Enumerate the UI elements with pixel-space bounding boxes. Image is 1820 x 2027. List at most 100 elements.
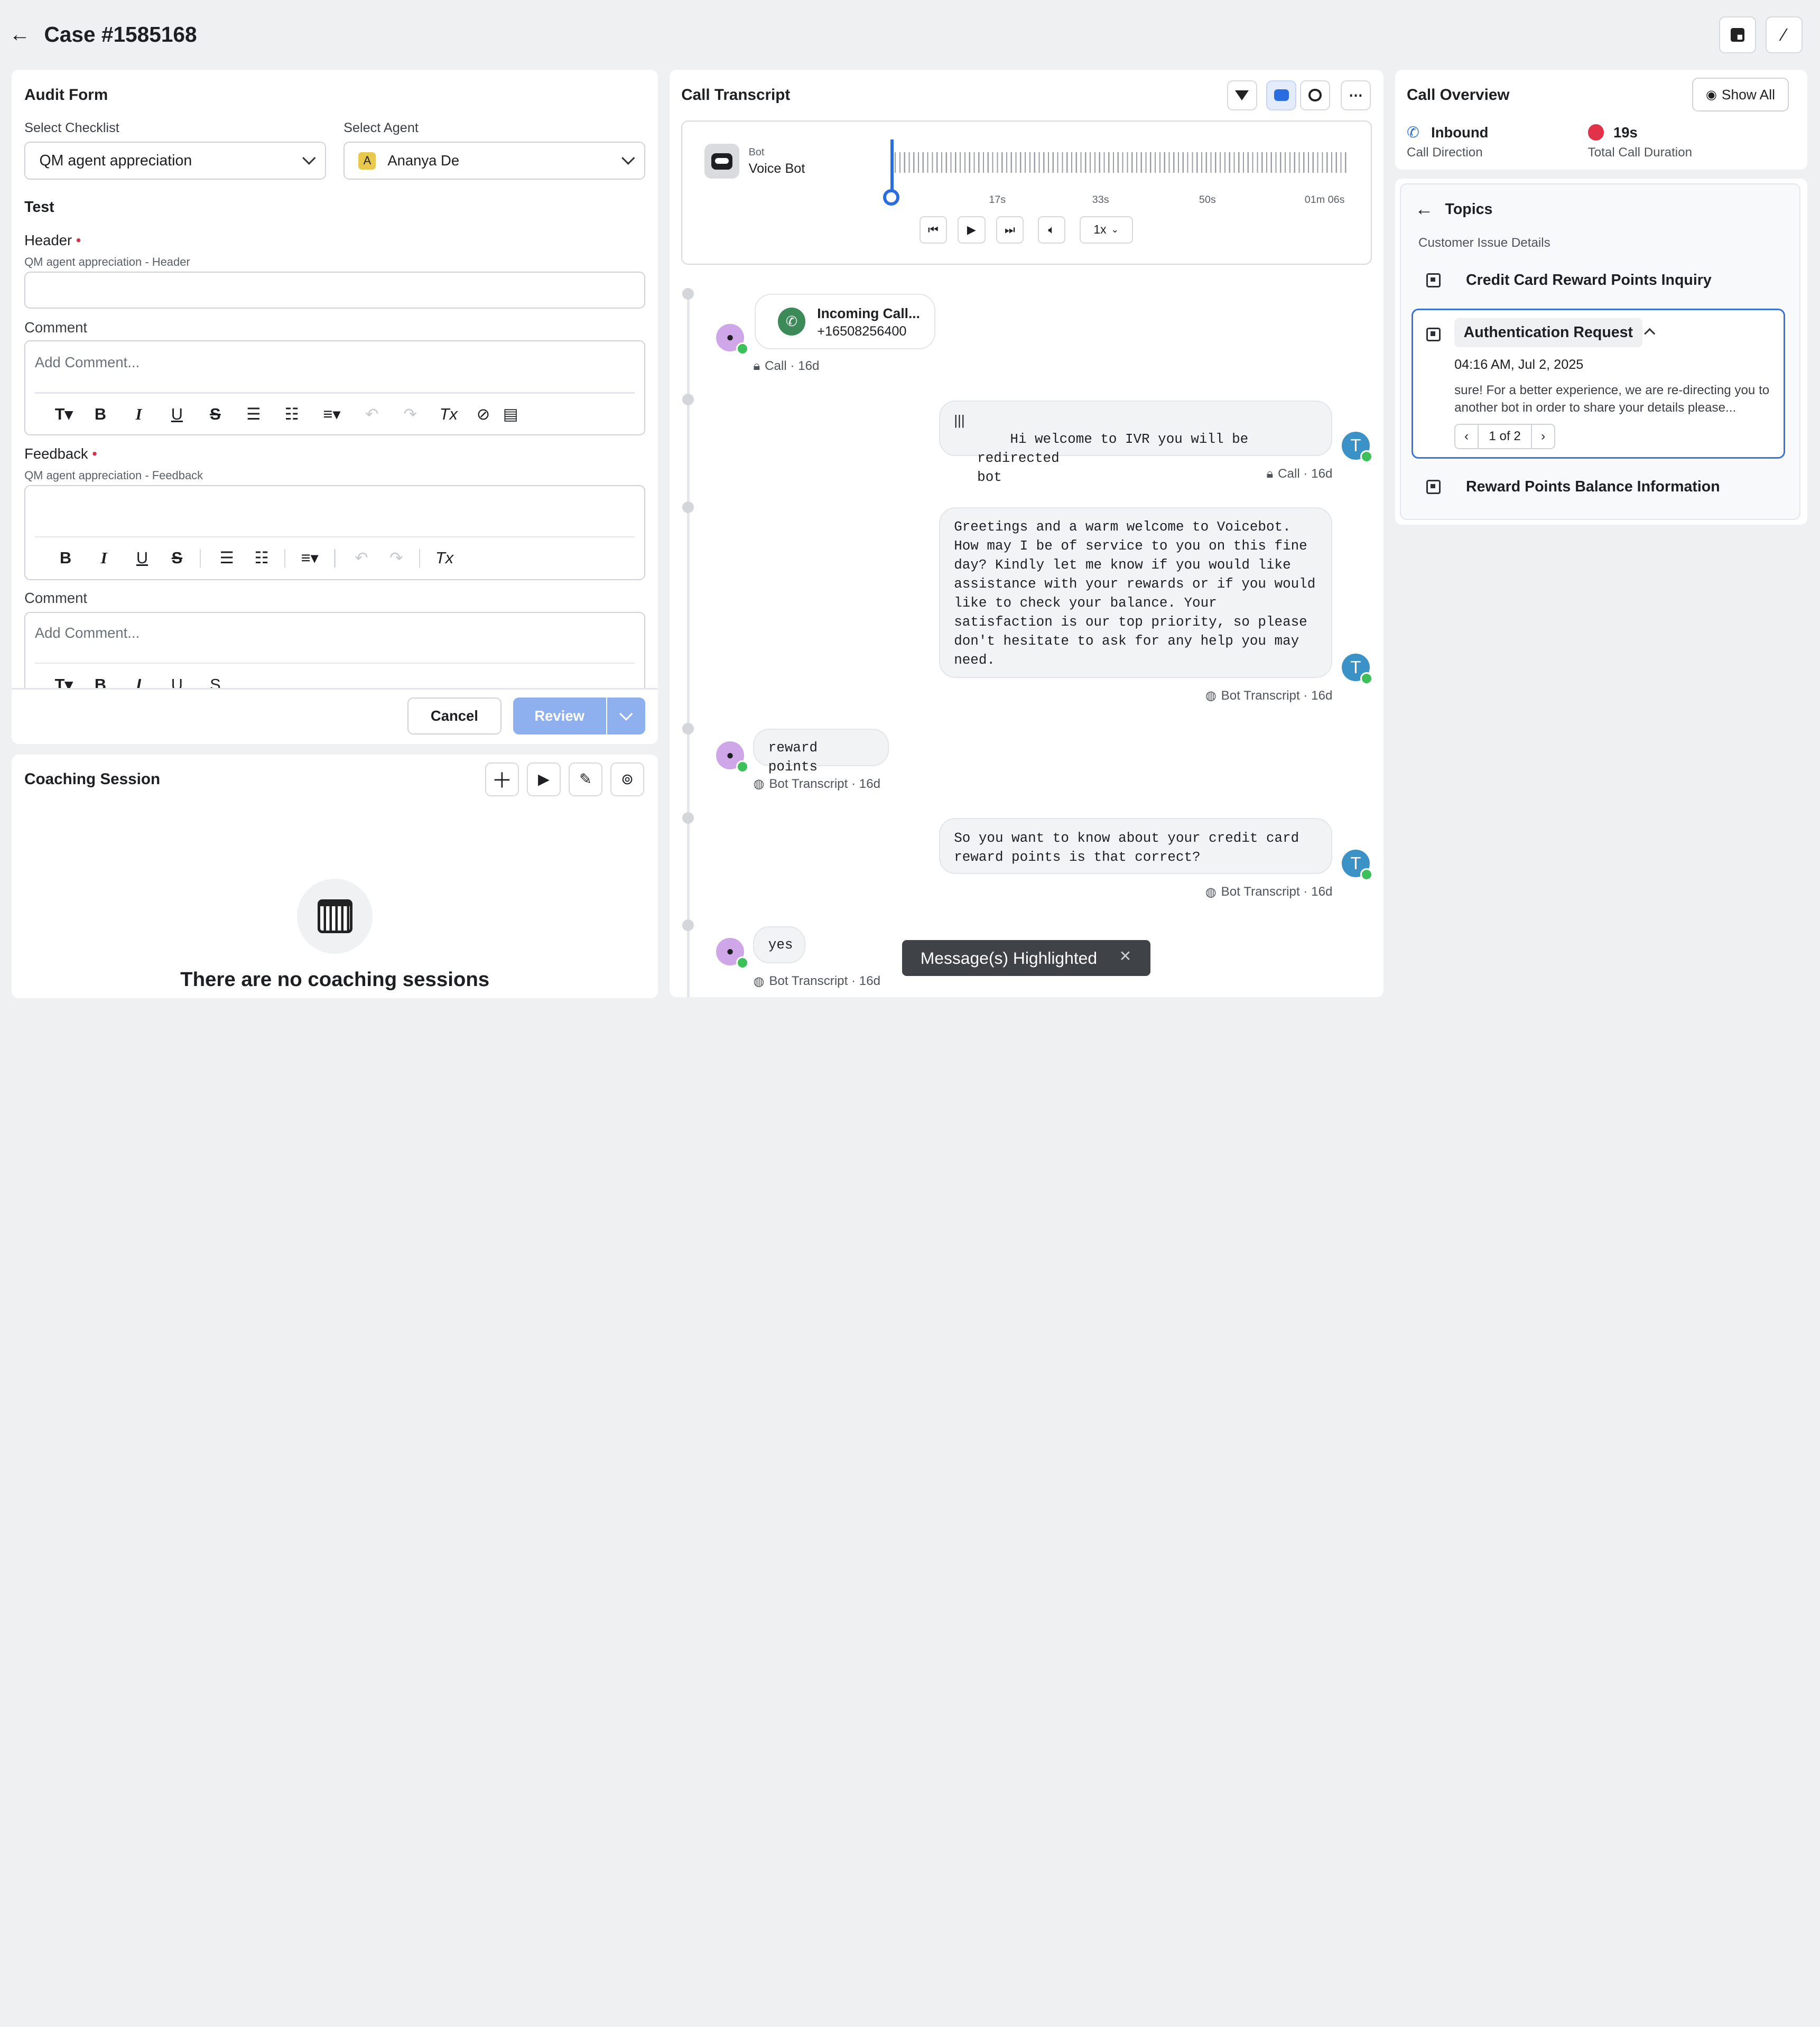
strikethrough-button[interactable]: S <box>196 405 234 424</box>
topic-icon <box>1426 325 1441 346</box>
checklist-select[interactable]: QM agent appreciation <box>24 141 327 180</box>
audit-form-title: Audit Form <box>24 86 108 104</box>
show-all-button[interactable]: ◉ Show All <box>1692 78 1789 111</box>
coaching-title: Coaching Session <box>24 770 161 788</box>
feedback-field-sub: QM agent appreciation - Feedback <box>24 469 203 482</box>
required-marker: • <box>92 445 97 462</box>
divider <box>34 663 635 664</box>
bot-view-button[interactable] <box>1266 80 1297 110</box>
filter-button[interactable] <box>1227 80 1257 110</box>
topic-item[interactable]: Reward Points Balance Information <box>1426 478 1720 496</box>
back-arrow-icon[interactable]: ← <box>10 23 33 47</box>
message-bubble[interactable]: yes <box>753 926 806 963</box>
align-button[interactable]: ≡▾ <box>292 548 327 568</box>
tick-1: 17s <box>989 193 1006 206</box>
message-bubble[interactable]: Greetings and a warm welcome to Voicebot… <box>939 507 1333 678</box>
numbered-list-button[interactable]: ☷ <box>246 548 277 568</box>
redo-button[interactable]: ↷ <box>391 405 429 424</box>
chevron-right-icon[interactable]: › <box>1531 424 1554 448</box>
user-icon: ● <box>726 944 734 959</box>
chevron-left-icon[interactable]: ‹ <box>1455 424 1479 448</box>
playhead-line <box>890 139 894 195</box>
required-marker: • <box>76 232 81 249</box>
bot-avatar-icon <box>704 144 740 179</box>
divider <box>419 548 420 568</box>
duration-label: Total Call Duration <box>1587 145 1693 160</box>
topic-pager: ‹ 1 of 2 › <box>1454 423 1556 449</box>
incoming-meta: 🔒︎ Call · 16d <box>753 358 820 373</box>
topic-icon <box>1426 273 1441 287</box>
message-bubble[interactable]: ||| Hi welcome to IVR you will be redirec… <box>939 400 1333 485</box>
undo-button[interactable]: ↶ <box>353 405 391 424</box>
cancel-button[interactable]: Cancel <box>407 698 502 735</box>
bold-button[interactable]: B <box>47 548 85 568</box>
chevron-down-icon: ⌄ <box>1111 224 1119 235</box>
document-icon[interactable]: ▤ <box>499 405 522 424</box>
message-bubble[interactable]: reward points <box>753 729 889 775</box>
italic-button[interactable]: I <box>85 549 123 568</box>
volume-button[interactable]: 🔈︎ <box>1037 216 1066 244</box>
undo-button[interactable]: ↶ <box>342 548 380 568</box>
agent-view-button[interactable] <box>1299 80 1331 110</box>
speed-select[interactable]: 1x ⌄ <box>1079 216 1133 244</box>
close-icon[interactable]: ✕ <box>1119 947 1132 965</box>
skip-back-button[interactable]: ⏮ <box>919 216 948 244</box>
topics-back-icon[interactable]: ← <box>1415 199 1433 220</box>
player-role: Bot <box>748 146 765 158</box>
play-button[interactable]: ▶ <box>958 216 986 244</box>
clear-format-button[interactable]: Tx <box>427 548 462 568</box>
bullet-list-button[interactable]: ☰ <box>235 405 273 424</box>
magic-wand-button[interactable]: ⁄ <box>1765 16 1803 54</box>
whatsapp-badge-icon <box>736 342 749 356</box>
align-button[interactable]: ≡▾ <box>311 405 353 424</box>
speed-value: 1x <box>1093 222 1107 237</box>
italic-button[interactable]: I <box>119 675 157 689</box>
direction-value: Inbound <box>1431 124 1489 141</box>
comment1-placeholder: Add Comment... <box>34 354 140 370</box>
text-style-button[interactable]: T▾ <box>47 675 81 689</box>
bold-button[interactable]: B <box>81 675 119 689</box>
edit-coaching-button[interactable]: ✎ <box>569 763 602 796</box>
lock-icon: 🔒︎ <box>753 358 760 373</box>
comment2-label: Comment <box>24 589 88 606</box>
checklist-label: Select Checklist <box>24 120 119 136</box>
bullet-list-button[interactable]: ☰ <box>208 548 246 568</box>
attach-icon[interactable]: ⊘ <box>468 405 499 424</box>
waveform[interactable] <box>895 152 1348 173</box>
add-coaching-button[interactable]: ＋ <box>485 763 519 796</box>
message-bubble[interactable]: So you want to know about your credit ca… <box>939 818 1333 874</box>
clear-format-button[interactable]: Tx <box>430 405 468 424</box>
magic-wand-icon: ⁄ <box>1782 24 1786 44</box>
redo-button[interactable]: ↷ <box>380 548 412 568</box>
strikethrough-button[interactable]: S <box>161 548 192 568</box>
text-style-button[interactable]: T▾ <box>47 405 81 424</box>
divider <box>11 688 658 690</box>
numbered-list-button[interactable]: ☷ <box>273 405 311 424</box>
underline-button[interactable]: U <box>158 405 196 424</box>
tick-4: 01m 06s <box>1304 193 1345 206</box>
underline-button[interactable]: U <box>158 675 196 689</box>
topic-item[interactable]: Credit Card Reward Points Inquiry <box>1426 272 1712 289</box>
layout-toggle-button[interactable] <box>1719 16 1757 54</box>
review-dropdown-button[interactable] <box>607 698 646 735</box>
playhead-handle[interactable] <box>883 189 900 206</box>
search-coaching-button[interactable]: ⊚ <box>610 763 644 796</box>
agent-select[interactable]: A Ananya De <box>343 141 646 180</box>
skip-forward-button[interactable]: ⏭ <box>996 216 1024 244</box>
bold-button[interactable]: B <box>81 405 119 424</box>
play-coaching-button[interactable]: ▶ <box>527 763 561 796</box>
header-input[interactable] <box>24 271 646 309</box>
underline-button[interactable]: U <box>123 548 161 568</box>
divider <box>199 548 201 568</box>
review-button[interactable]: Review <box>513 698 606 735</box>
checklist-value: QM agent appreciation <box>39 152 192 169</box>
message-meta: ◍ Bot Transcript · 16d <box>753 776 881 792</box>
duration-value: 19s <box>1613 124 1638 141</box>
agent-avatar: A <box>358 152 376 170</box>
italic-button[interactable]: I <box>119 405 157 424</box>
strikethrough-button[interactable]: S <box>196 675 234 689</box>
active-topic-chip: Authentication Request <box>1454 318 1642 347</box>
timeline-dot <box>682 393 694 405</box>
audio-wave-icon: ||| <box>954 412 965 429</box>
more-options-button[interactable]: ⋯ <box>1340 80 1371 110</box>
